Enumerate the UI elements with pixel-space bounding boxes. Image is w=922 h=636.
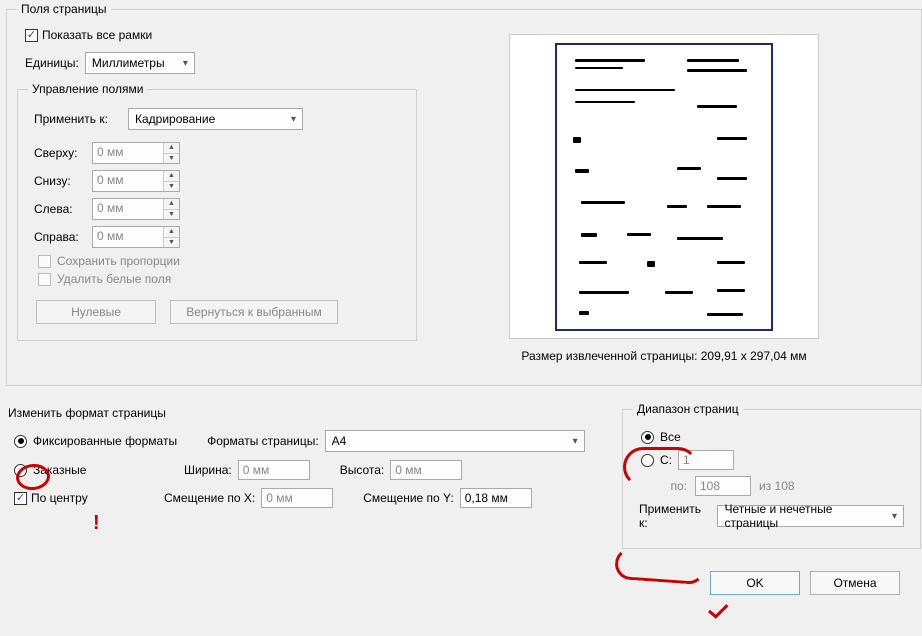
check-icon: ✓ (25, 29, 38, 42)
show-all-frames-label: Показать все рамки (42, 28, 152, 42)
apply-to-label: Применить к: (639, 502, 709, 530)
page-formats-label: Форматы страницы: (207, 434, 319, 448)
radio-icon (14, 464, 27, 477)
manage-margins-group: Управление полями Применить к: Кадрирова… (17, 82, 417, 341)
remove-white-margins-checkbox[interactable]: Удалить белые поля (38, 272, 406, 286)
from-input[interactable]: 1 (678, 450, 734, 470)
apply-to-label: Применить к: (34, 112, 122, 126)
chevron-down-icon: ▾ (183, 58, 188, 69)
keep-proportions-checkbox[interactable]: Сохранить пропорции (38, 254, 406, 268)
page-formats-select[interactable]: A4 ▾ (325, 430, 585, 452)
checkbox-icon (38, 273, 51, 286)
left-value: 0 мм (93, 199, 163, 219)
units-value: Миллиметры (92, 56, 177, 70)
spin-down-icon[interactable]: ▼ (164, 182, 179, 192)
offset-x-label: Смещение по X: (164, 491, 255, 505)
custom-radio[interactable]: Заказные (14, 463, 154, 477)
left-label: Слева: (34, 202, 86, 216)
top-spinner[interactable]: 0 мм ▲▼ (92, 142, 180, 164)
spin-up-icon[interactable]: ▲ (164, 143, 179, 154)
right-label: Справа: (34, 230, 86, 244)
custom-label: Заказные (33, 463, 86, 477)
to-label: по: (663, 479, 687, 493)
spin-up-icon[interactable]: ▲ (164, 227, 179, 238)
units-label: Единицы: (25, 56, 79, 70)
chevron-down-icon: ▾ (291, 114, 296, 125)
from-radio[interactable]: С: 1 (641, 450, 910, 470)
all-radio[interactable]: Все (641, 430, 910, 444)
all-label: Все (660, 430, 681, 444)
width-input[interactable]: 0 мм (238, 460, 310, 480)
check-icon: ✓ (14, 492, 27, 505)
spin-down-icon[interactable]: ▼ (164, 238, 179, 248)
remove-white-margins-label: Удалить белые поля (57, 272, 171, 286)
page-margins-title: Поля страницы (17, 2, 111, 16)
apply-to-value: Четные и нечетные страницы (724, 502, 886, 530)
left-spinner[interactable]: 0 мм ▲▼ (92, 198, 180, 220)
center-checkbox[interactable]: ✓ По центру (14, 491, 134, 505)
center-label: По центру (31, 491, 88, 505)
right-value: 0 мм (93, 227, 163, 247)
top-value: 0 мм (93, 143, 163, 163)
radio-icon (14, 435, 27, 448)
apply-to-select[interactable]: Кадрирование ▾ (128, 108, 303, 130)
radio-icon (641, 431, 654, 444)
cancel-button[interactable]: Отмена (810, 571, 900, 595)
fixed-formats-label: Фиксированные форматы (33, 434, 177, 448)
zero-button[interactable]: Нулевые (36, 300, 156, 324)
page-range-group: Диапазон страниц Все С: 1 по: 108 из 108… (622, 402, 921, 549)
from-label: С: (660, 453, 672, 467)
preview-size-label: Размер извлеченной страницы: 209,91 x 29… (431, 349, 897, 363)
height-label: Высота: (340, 463, 385, 477)
to-input[interactable]: 108 (695, 476, 751, 496)
apply-to-select[interactable]: Четные и нечетные страницы ▾ (717, 505, 904, 527)
chevron-down-icon: ▾ (892, 511, 897, 522)
top-label: Сверху: (34, 146, 86, 160)
page-preview (509, 34, 819, 339)
bottom-label: Снизу: (34, 174, 86, 188)
bottom-value: 0 мм (93, 171, 163, 191)
revert-button[interactable]: Вернуться к выбранным (170, 300, 338, 324)
radio-icon (641, 454, 654, 467)
units-select[interactable]: Миллиметры ▾ (85, 52, 195, 74)
chevron-down-icon: ▾ (573, 436, 578, 447)
height-input[interactable]: 0 мм (390, 460, 462, 480)
ok-button[interactable]: OK (710, 571, 800, 595)
page-margins-group: Поля страницы ✓ Показать все рамки Едини… (6, 2, 922, 386)
spin-down-icon[interactable]: ▼ (164, 154, 179, 164)
spin-up-icon[interactable]: ▲ (164, 171, 179, 182)
annotation-checkmark (706, 604, 732, 624)
width-label: Ширина: (184, 463, 232, 477)
page-range-title: Диапазон страниц (633, 402, 743, 416)
apply-to-value: Кадрирование (135, 112, 285, 126)
of-label: из 108 (759, 479, 795, 493)
page-formats-value: A4 (332, 434, 567, 448)
show-all-frames-checkbox[interactable]: ✓ Показать все рамки (25, 28, 417, 42)
checkbox-icon (38, 255, 51, 268)
spin-up-icon[interactable]: ▲ (164, 199, 179, 210)
fixed-formats-radio[interactable]: Фиксированные форматы (14, 434, 177, 448)
offset-y-label: Смещение по Y: (363, 491, 454, 505)
offset-y-input[interactable]: 0,18 мм (460, 488, 532, 508)
bottom-spinner[interactable]: 0 мм ▲▼ (92, 170, 180, 192)
manage-margins-title: Управление полями (28, 82, 147, 96)
right-spinner[interactable]: 0 мм ▲▼ (92, 226, 180, 248)
keep-proportions-label: Сохранить пропорции (57, 254, 180, 268)
preview-page-frame (555, 43, 773, 331)
offset-x-input[interactable]: 0 мм (261, 488, 333, 508)
resize-title: Изменить формат страницы (8, 406, 616, 420)
spin-down-icon[interactable]: ▼ (164, 210, 179, 220)
